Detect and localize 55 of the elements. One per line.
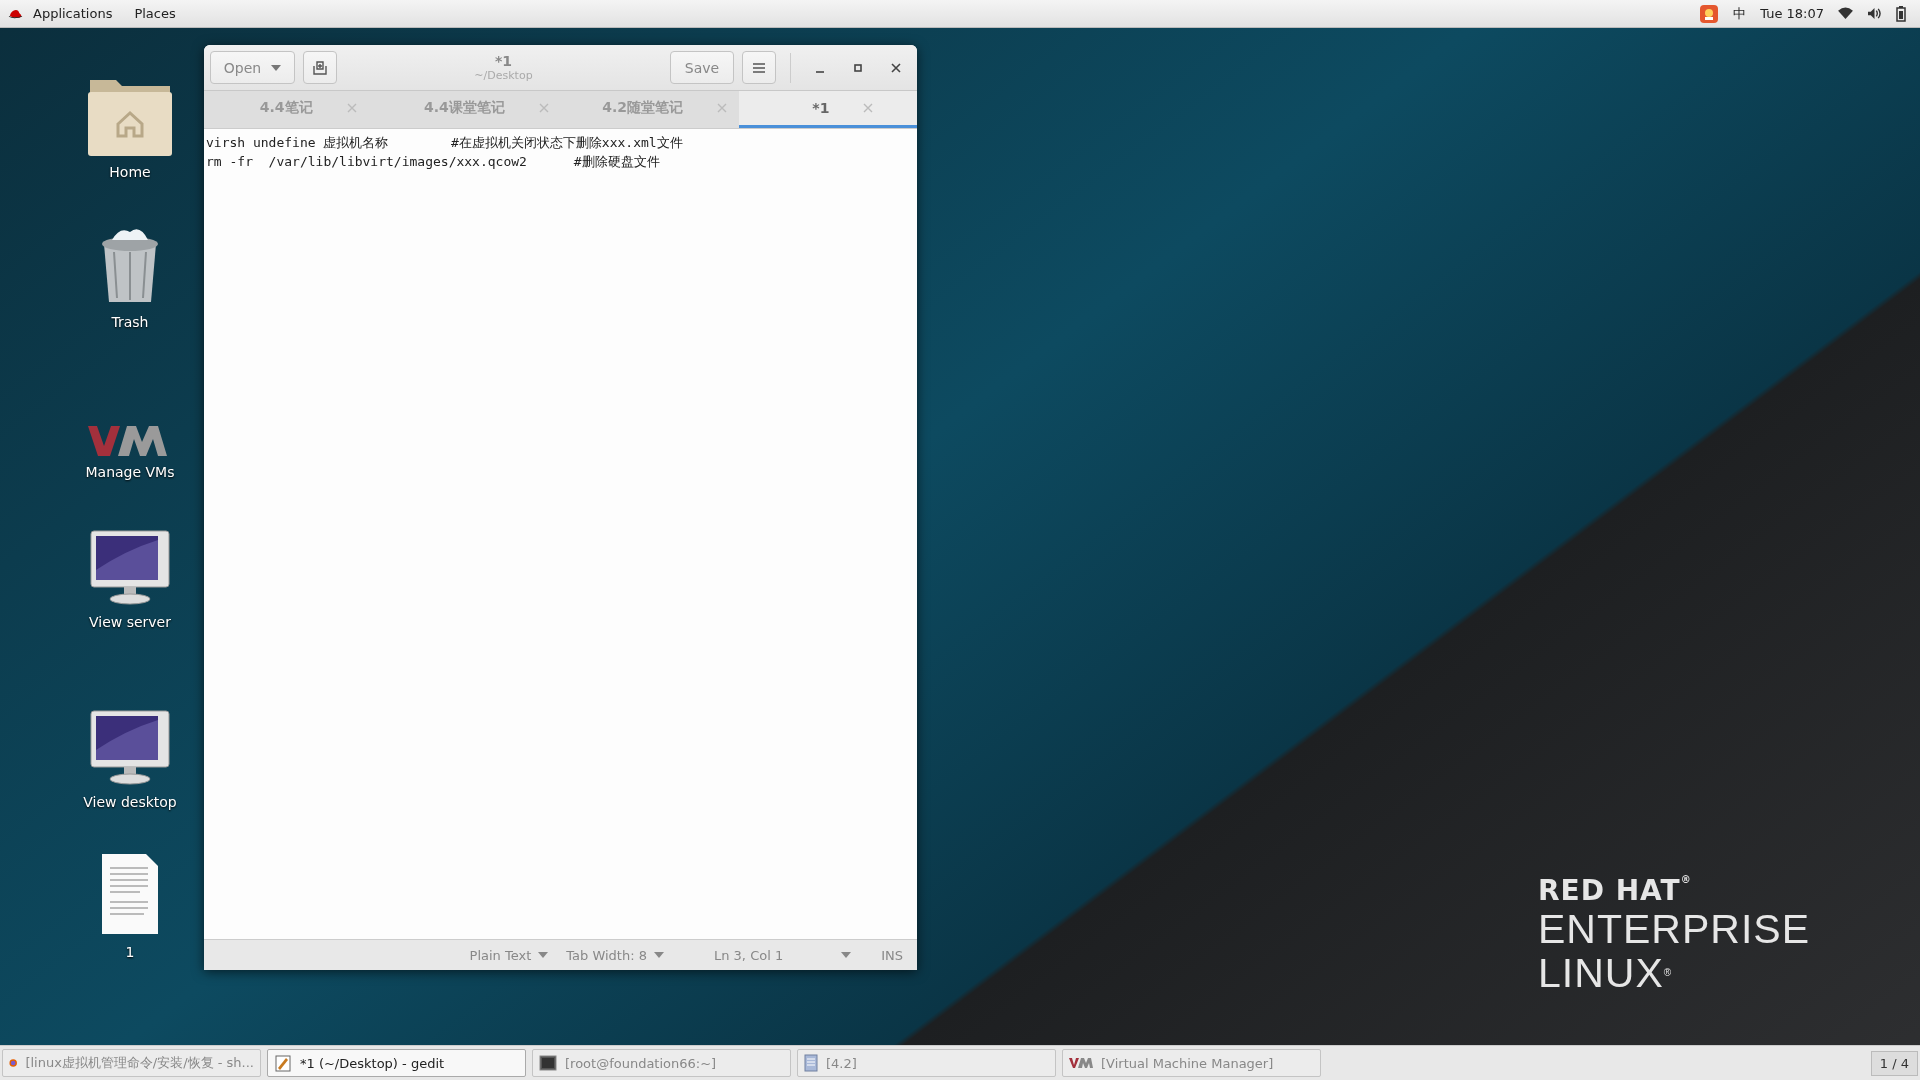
new-tab-button[interactable] (303, 51, 337, 84)
code-line: virsh undefine 虚拟机名称 #在虚拟机关闭状态下删除xxx.xml文件 (206, 134, 684, 152)
desktop-icon-label[interactable]: Trash (111, 314, 149, 330)
top-menu[interactable]: Places (134, 6, 176, 21)
vm-logo-icon (1069, 1058, 1093, 1068)
logo-text: ENTERPRISE (1538, 907, 1810, 951)
menu-icon (752, 61, 766, 74)
notification-icon[interactable] (1699, 3, 1720, 24)
desktop-icon-label[interactable]: 1 (125, 944, 135, 960)
window-title: *1 (494, 53, 513, 69)
monitor-icon[interactable] (90, 530, 170, 606)
tab-label: 4.2随堂笔记 (602, 99, 684, 117)
taskbar-item[interactable]: *1 (~/Desktop) - gedit (267, 1049, 526, 1077)
caret-icon (654, 952, 664, 958)
terminal-icon (539, 1055, 557, 1071)
logo-text: RED HAT$^{®}$ (1538, 874, 1693, 907)
top-menu[interactable]: Applications (33, 6, 113, 21)
taskbar-item-label: [root@foundation66:~] (565, 1055, 717, 1071)
document-icon[interactable] (100, 852, 160, 936)
minimize-icon (815, 70, 825, 73)
workspace-indicator[interactable]: 1 / 4 (1870, 1050, 1918, 1076)
insert-mode-indicator: INS (881, 947, 903, 963)
volume-icon[interactable] (1867, 7, 1882, 20)
caret-icon (538, 952, 549, 958)
battery-icon[interactable] (1896, 5, 1906, 22)
notepad-icon (274, 1054, 292, 1072)
text-area[interactable]: virsh undefine 虚拟机名称 #在虚拟机关闭状态下删除xxx.xml文件 rm -fr /var/lib/libvirt/images/xxx.qcow2 #删除硬盘文件 (204, 129, 917, 939)
taskbar-item-label: [linux虚拟机管理命令/安装/恢复 - sh... (25, 1054, 254, 1072)
monitor-icon[interactable] (90, 710, 170, 786)
desktop-icon-label[interactable]: View server (89, 614, 171, 630)
caret-icon[interactable] (841, 952, 852, 958)
desktop-icon-label[interactable]: Manage VMs (85, 464, 175, 480)
taskbar-item-label: *1 (~/Desktop) - gedit (300, 1055, 445, 1071)
hat-logo-icon (8, 7, 23, 20)
close-icon (891, 62, 901, 73)
maximize-icon (853, 62, 863, 73)
tab-label: *1 (812, 100, 830, 116)
taskbar-item-label: [4.2] (826, 1055, 857, 1071)
clock[interactable]: Tue 18:07 (1760, 6, 1824, 21)
tab-label: 4.4课堂笔记 (423, 99, 505, 117)
menu-button[interactable] (742, 51, 776, 84)
desktop-icon-label[interactable]: View desktop (83, 794, 177, 810)
wifi-icon[interactable] (1838, 7, 1853, 20)
cursor-position: Ln 3, Col 1 (714, 947, 784, 963)
tab-label: 4.4笔记 (259, 99, 313, 117)
caret-icon (271, 64, 282, 71)
document-icon (804, 1054, 818, 1072)
document-tab[interactable]: *1 (738, 91, 917, 128)
input-method-indicator[interactable]: 中 (1733, 4, 1747, 23)
code-line: rm -fr /var/lib/libvirt/images/xxx.qcow2 #删除硬盘文件 (206, 153, 661, 171)
desktop-icon-label[interactable]: Home (109, 164, 151, 180)
window-subtitle: ~/Desktop (474, 69, 533, 82)
logo-text: LINUX$^{®}$ (1538, 951, 1674, 995)
taskbar-item-label: [Virtual Machine Manager] (1101, 1055, 1274, 1071)
new-document-icon (312, 59, 328, 76)
